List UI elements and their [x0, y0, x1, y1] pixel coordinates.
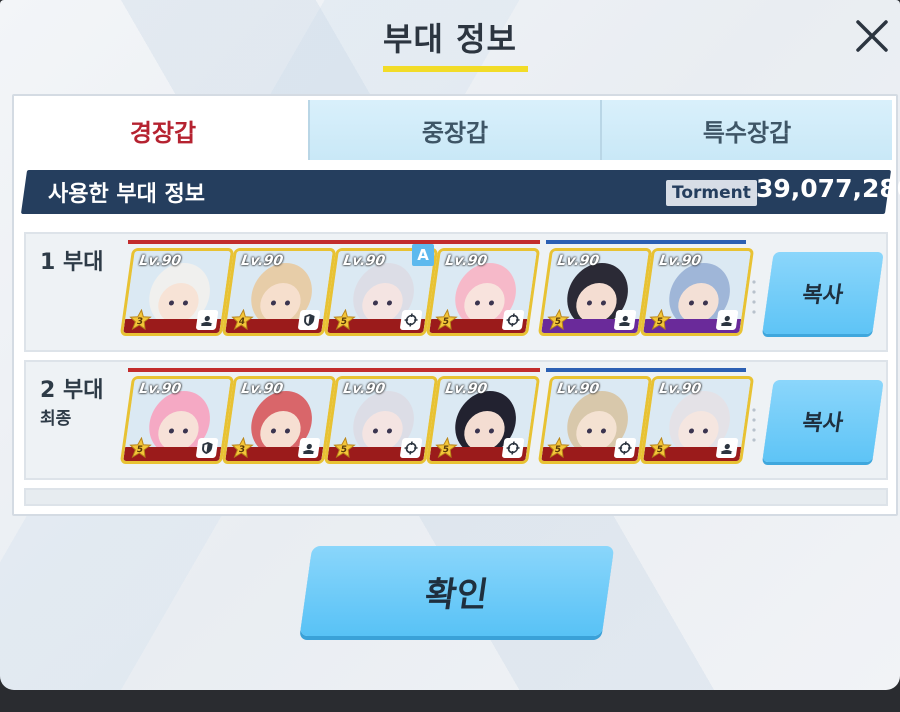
team-info-dialog: 부대 정보 경장갑 중장갑 특수장갑 사용한 부대 정보 Torment 39,… [0, 0, 900, 690]
special-line [546, 240, 746, 244]
team-label: 2 부대 [40, 378, 104, 403]
student-card[interactable]: Lv.90 5 [639, 376, 755, 464]
star-icon: 5 [332, 436, 357, 459]
team-sublabel: 최종 [40, 409, 72, 429]
star-icon: 5 [128, 436, 153, 459]
team-row-2: 2 부대 최종 복사 Lv.90 5 Lv.90 3 Lv.90 5 Lv.90 5 Lv.90… [24, 360, 888, 480]
student-card[interactable]: Lv.90 5 [425, 376, 541, 464]
dialog-title: 부대 정보 [383, 20, 517, 58]
score-value: 39,077,280 [756, 174, 900, 203]
star-icon: 5 [332, 308, 357, 331]
student-card[interactable]: Lv.90 4 [221, 248, 337, 336]
support-icon [613, 310, 637, 330]
crosshair-icon [501, 438, 525, 458]
student-card[interactable]: Lv.90 5 [639, 248, 755, 336]
star-icon: 3 [128, 308, 153, 331]
striker-line [128, 240, 540, 244]
student-card[interactable]: Lv.90 5 [119, 376, 235, 464]
team-label: 1 부대 [40, 250, 104, 275]
support-icon [195, 310, 219, 330]
confirm-button[interactable]: 확인 [299, 546, 615, 636]
copy-button[interactable]: 복사 [762, 252, 884, 334]
crosshair-icon [399, 310, 423, 330]
tab-special-armor[interactable]: 특수장갑 [600, 100, 892, 160]
crosshair-icon [501, 310, 525, 330]
info-bar: 사용한 부대 정보 Torment 39,077,280 [36, 170, 900, 214]
team-row-3-empty [24, 488, 888, 506]
student-card[interactable]: Lv.90 5 [323, 376, 439, 464]
assist-badge: A [412, 244, 434, 266]
star-icon: 4 [230, 308, 255, 331]
level-label: Lv.90 [556, 381, 601, 397]
close-icon [856, 20, 888, 52]
shield-icon [195, 438, 219, 458]
tab-heavy-armor[interactable]: 중장갑 [308, 100, 600, 160]
level-label: Lv.90 [658, 381, 703, 397]
student-card[interactable]: Lv.90 3 [119, 248, 235, 336]
level-label: Lv.90 [240, 253, 285, 269]
level-label: Lv.90 [138, 253, 183, 269]
title-underline [383, 66, 528, 72]
student-card[interactable]: Lv.90 3 [221, 376, 337, 464]
student-card[interactable]: Lv.90 5 [537, 376, 653, 464]
support-icon [715, 310, 739, 330]
crosshair-icon [613, 438, 637, 458]
level-label: Lv.90 [444, 253, 489, 269]
close-button[interactable] [852, 16, 892, 56]
star-icon: 3 [230, 436, 255, 459]
crosshair-icon [399, 438, 423, 458]
striker-line [128, 368, 540, 372]
copy-button[interactable]: 복사 [762, 380, 884, 462]
level-label: Lv.90 [138, 381, 183, 397]
dialog-header: 부대 정보 [0, 0, 900, 75]
info-title: 사용한 부대 정보 [48, 182, 205, 207]
level-label: Lv.90 [240, 381, 285, 397]
level-label: Lv.90 [658, 253, 703, 269]
star-icon: 5 [434, 308, 459, 331]
level-label: Lv.90 [556, 253, 601, 269]
drag-handle[interactable] [752, 406, 756, 446]
armor-tabs: 경장갑 중장갑 특수장갑 [18, 100, 892, 160]
tab-light-armor[interactable]: 경장갑 [18, 100, 308, 160]
drag-handle[interactable] [752, 278, 756, 318]
star-icon: 5 [648, 436, 673, 459]
special-line [546, 368, 746, 372]
team-row-1: 1 부대 복사 Lv.90 3 Lv.90 4 Lv.90 5 A Lv.90 5 Lv.90 5 L… [24, 232, 888, 352]
support-icon [297, 438, 321, 458]
mode-badge: Torment [666, 180, 757, 206]
level-label: Lv.90 [342, 253, 387, 269]
level-label: Lv.90 [444, 381, 489, 397]
level-label: Lv.90 [342, 381, 387, 397]
team-panel: 경장갑 중장갑 특수장갑 사용한 부대 정보 Torment 39,077,28… [12, 94, 900, 516]
star-icon: 5 [648, 308, 673, 331]
shield-icon [297, 310, 321, 330]
star-icon: 5 [434, 436, 459, 459]
star-icon: 5 [546, 436, 571, 459]
student-card[interactable]: Lv.90 5 [425, 248, 541, 336]
support-icon [715, 438, 739, 458]
star-icon: 5 [546, 308, 571, 331]
student-card[interactable]: Lv.90 5 [537, 248, 653, 336]
